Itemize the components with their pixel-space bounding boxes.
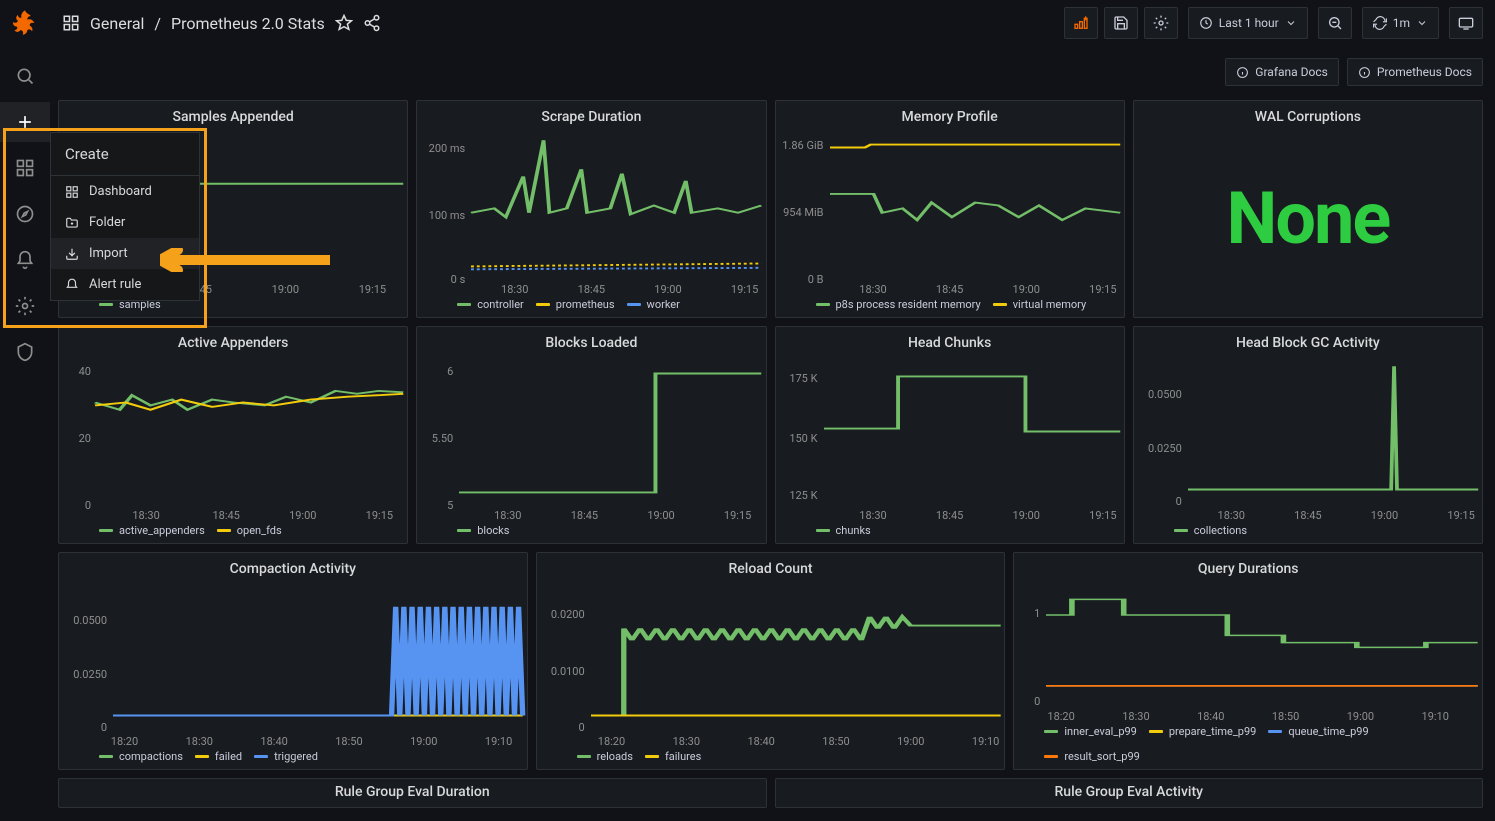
breadcrumb-dashboard[interactable]: Prometheus 2.0 Stats bbox=[171, 14, 325, 33]
chevron-down-icon bbox=[1285, 17, 1297, 29]
panel-scrape-duration[interactable]: Scrape Duration 200 ms 100 ms 0 s 18:30 … bbox=[416, 100, 766, 318]
panel-grid: Samples Appended 18:30 18:45 19:00 19:15… bbox=[58, 100, 1483, 816]
explore-icon[interactable] bbox=[0, 194, 50, 234]
flyout-item-alert-rule[interactable]: Alert rule bbox=[51, 269, 199, 300]
save-button[interactable] bbox=[1104, 7, 1138, 39]
flyout-item-dashboard[interactable]: Dashboard bbox=[51, 176, 199, 207]
grafana-docs-link[interactable]: Grafana Docs bbox=[1225, 58, 1339, 86]
flyout-item-label: Import bbox=[89, 246, 128, 261]
panel-query-durations[interactable]: Query Durations 1 0 18:20 18:30 18:40 18… bbox=[1013, 552, 1483, 770]
plus-icon[interactable] bbox=[0, 102, 50, 142]
stat-value: None bbox=[1134, 119, 1482, 317]
tv-mode-button[interactable] bbox=[1449, 7, 1483, 39]
import-icon bbox=[65, 247, 79, 261]
zoom-out-button[interactable] bbox=[1318, 7, 1352, 39]
panel-wal-corruptions[interactable]: WAL Corruptions None bbox=[1133, 100, 1483, 318]
admin-icon[interactable] bbox=[0, 332, 50, 372]
sidebar bbox=[0, 0, 50, 821]
flyout-item-label: Folder bbox=[89, 215, 125, 230]
breadcrumb-folder[interactable]: General bbox=[90, 14, 144, 33]
dashboard-icon bbox=[65, 185, 79, 199]
add-panel-button[interactable] bbox=[1064, 7, 1098, 39]
dashboards-icon[interactable] bbox=[0, 148, 50, 188]
flyout-title: Create bbox=[51, 133, 199, 176]
create-flyout: Create Dashboard Folder Import Alert rul… bbox=[50, 132, 200, 301]
grafana-logo-icon[interactable] bbox=[11, 8, 39, 36]
flyout-item-label: Dashboard bbox=[89, 184, 152, 199]
search-icon[interactable] bbox=[0, 56, 50, 96]
breadcrumb[interactable]: General / Prometheus 2.0 Stats bbox=[62, 14, 381, 33]
topbar: General / Prometheus 2.0 Stats Last 1 ho… bbox=[50, 0, 1495, 46]
panel-head-chunks[interactable]: Head Chunks 175 K 150 K 125 K 18:30 18:4… bbox=[775, 326, 1125, 544]
flyout-item-label: Alert rule bbox=[89, 277, 141, 292]
alert-icon[interactable] bbox=[0, 240, 50, 280]
info-icon bbox=[1358, 66, 1371, 79]
doc-links: Grafana Docs Prometheus Docs bbox=[1225, 58, 1483, 86]
chevron-down-icon bbox=[1416, 17, 1428, 29]
panel-active-appenders[interactable]: Active Appenders 40 20 0 18:30 18:45 19:… bbox=[58, 326, 408, 544]
flyout-item-folder[interactable]: Folder bbox=[51, 207, 199, 238]
dashboards-icon bbox=[62, 14, 80, 32]
prometheus-docs-link[interactable]: Prometheus Docs bbox=[1347, 58, 1483, 86]
folder-plus-icon bbox=[65, 216, 79, 230]
star-icon[interactable] bbox=[335, 14, 353, 32]
panel-compaction-activity[interactable]: Compaction Activity 0.0500 0.0250 0 18:2… bbox=[58, 552, 528, 770]
panel-memory-profile[interactable]: Memory Profile 1.86 GiB 954 MiB 0 B 18:3… bbox=[775, 100, 1125, 318]
refresh-icon bbox=[1373, 16, 1387, 30]
panel-head-block-gc[interactable]: Head Block GC Activity 0.0500 0.0250 0 1… bbox=[1133, 326, 1483, 544]
timerange-label: Last 1 hour bbox=[1219, 16, 1279, 30]
settings-button[interactable] bbox=[1144, 7, 1178, 39]
refresh-picker[interactable]: 1m bbox=[1362, 7, 1439, 39]
refresh-label: 1m bbox=[1393, 16, 1410, 30]
clock-icon bbox=[1199, 16, 1213, 30]
flyout-item-import[interactable]: Import bbox=[51, 238, 199, 269]
config-icon[interactable] bbox=[0, 286, 50, 326]
info-icon bbox=[1236, 66, 1249, 79]
panel-blocks-loaded[interactable]: Blocks Loaded 6 5.50 5 18:30 18:45 19:00… bbox=[416, 326, 766, 544]
bell-icon bbox=[65, 278, 79, 292]
panel-rule-group-eval-duration[interactable]: Rule Group Eval Duration bbox=[58, 778, 767, 808]
share-icon[interactable] bbox=[363, 14, 381, 32]
timerange-picker[interactable]: Last 1 hour bbox=[1188, 7, 1308, 39]
panel-rule-group-eval-activity[interactable]: Rule Group Eval Activity bbox=[775, 778, 1484, 808]
panel-reload-count[interactable]: Reload Count 0.0200 0.0100 0 18:20 18:30… bbox=[536, 552, 1006, 770]
